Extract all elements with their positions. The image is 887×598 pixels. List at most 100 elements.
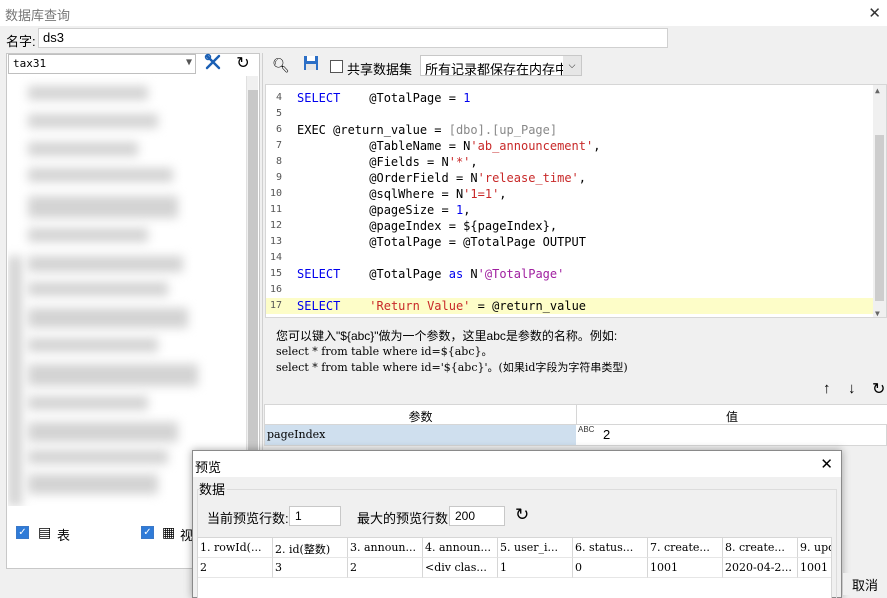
- current-rows-input[interactable]: 1: [289, 506, 341, 526]
- close-icon[interactable]: ✕: [820, 455, 833, 473]
- shared-dataset-checkbox[interactable]: [330, 60, 343, 73]
- code-line[interactable]: 10 @sqlWhere = N'1=1',: [266, 186, 876, 202]
- move-up-icon[interactable]: ↑: [823, 380, 831, 397]
- grid-cell[interactable]: <div clas...: [423, 558, 498, 578]
- code-text: SELECT 'Return Value' = @return_value: [297, 299, 587, 313]
- editor-scrollbar[interactable]: ▲ ▼: [873, 85, 886, 317]
- parameter-help: 您可以键入"${abc}"做为一个参数，这里abc是参数的名称。例如: sele…: [276, 328, 876, 376]
- name-input[interactable]: ds3: [38, 28, 668, 48]
- code-line[interactable]: 16: [266, 282, 876, 298]
- code-line[interactable]: 11 @pageSize = 1,: [266, 202, 876, 218]
- help-line-2: select * from table where id=${abc}。: [276, 345, 493, 358]
- line-number: 12: [269, 220, 282, 231]
- code-line[interactable]: 5: [266, 106, 876, 122]
- table-tree[interactable]: [8, 76, 246, 506]
- code-line[interactable]: 6 EXEC @return_value = [dbo].[up_Page]: [266, 122, 876, 138]
- max-rows-input[interactable]: 200: [449, 506, 505, 526]
- line-number: 8: [275, 156, 282, 167]
- line-number: 17: [269, 300, 282, 311]
- line-number: 15: [269, 268, 282, 279]
- chevron-down-icon: ⌵: [563, 56, 581, 75]
- param-name: pageIndex: [265, 425, 576, 445]
- code-line[interactable]: 8 @Fields = N'*',: [266, 154, 876, 170]
- close-icon[interactable]: ✕: [868, 4, 881, 22]
- cancel-button[interactable]: 取消: [843, 573, 887, 595]
- code-text: EXEC @return_value = [dbo].[up_Page]: [297, 123, 558, 137]
- tree-scrollbar[interactable]: [246, 76, 258, 506]
- grid-cell[interactable]: 0: [573, 558, 648, 578]
- table-icon: ▤: [38, 524, 52, 540]
- grid-column-header[interactable]: 8. create...: [723, 538, 798, 558]
- grid-cell[interactable]: 1001: [798, 558, 831, 578]
- line-number: 7: [275, 140, 282, 151]
- parameter-table-header: 参数 值: [265, 405, 887, 425]
- grid-column-header[interactable]: 1. rowId(...: [198, 538, 273, 558]
- grid-column-header[interactable]: 2. id(整数): [273, 538, 348, 558]
- connect-settings-button[interactable]: [202, 53, 224, 75]
- code-line[interactable]: 4 SELECT @TotalPage = 1: [266, 90, 876, 106]
- chevron-down-icon: ▼: [185, 57, 192, 68]
- current-rows-label: 当前预览行数:: [207, 511, 289, 526]
- preview-title: 预览: [195, 460, 222, 475]
- code-line[interactable]: 17 SELECT 'Return Value' = @return_value: [266, 298, 876, 314]
- grid-cell[interactable]: 3: [273, 558, 348, 578]
- param-value[interactable]: 2: [603, 427, 610, 442]
- preview-dialog: 预览 ✕ 数据 当前预览行数: 1 最大的预览行数: 200 ↻ 1. rowI…: [192, 450, 842, 598]
- name-label: 名字:: [6, 34, 36, 49]
- grid-cell[interactable]: 2020-04-2...: [723, 558, 798, 578]
- code-line[interactable]: 9 @OrderField = N'release_time',: [266, 170, 876, 186]
- line-number: 14: [269, 252, 282, 263]
- value-column-header: 值: [725, 410, 738, 424]
- code-line[interactable]: 12 @pageIndex = ${pageIndex},: [266, 218, 876, 234]
- sql-editor[interactable]: 4 SELECT @TotalPage = 1 5 6 EXEC @return_val…: [265, 84, 887, 318]
- code-text: SELECT @TotalPage as N'@TotalPage': [297, 267, 565, 281]
- save-query-button[interactable]: [300, 55, 322, 77]
- floppy-icon: [304, 56, 318, 70]
- scroll-up-icon[interactable]: ▲: [875, 86, 880, 95]
- query-icon-button[interactable]: 🔍︎: [270, 55, 292, 77]
- preview-grid[interactable]: 1. rowId(... 2 2. id(整数) 3 3. announ... 2 4. a…: [197, 537, 832, 598]
- line-number: 9: [275, 172, 282, 183]
- grid-column-header[interactable]: 5. user_i...: [498, 538, 573, 558]
- code-line[interactable]: 7 @TableName = N'ab_announcement',: [266, 138, 876, 154]
- grid-cell[interactable]: 1: [498, 558, 573, 578]
- parameter-table: 参数 值 pageIndex ABC 2: [264, 404, 887, 446]
- code-text: @TotalPage = @TotalPage OUTPUT: [297, 235, 586, 249]
- string-type-icon[interactable]: ABC: [578, 426, 594, 434]
- code-text: @TableName = N'ab_announcement',: [297, 139, 601, 153]
- code-line[interactable]: 13 @TotalPage = @TotalPage OUTPUT: [266, 234, 876, 250]
- line-number: 13: [269, 236, 282, 247]
- refresh-button[interactable]: ↻: [232, 53, 254, 75]
- grid-column-header[interactable]: 6. status...: [573, 538, 648, 558]
- move-down-icon[interactable]: ↓: [848, 380, 856, 397]
- grid-column-header[interactable]: 4. announ...: [423, 538, 498, 558]
- grid-cell[interactable]: 2: [348, 558, 423, 578]
- code-text: @OrderField = N'release_time',: [297, 171, 587, 185]
- max-rows-label: 最大的预览行数:: [357, 511, 452, 526]
- help-line-1: 您可以键入"${abc}"做为一个参数，这里abc是参数的名称。例如:: [276, 329, 618, 343]
- data-group-label: 数据: [199, 479, 228, 498]
- grid-cell[interactable]: 2: [198, 558, 273, 578]
- code-text: @sqlWhere = N'1=1',: [297, 187, 507, 201]
- code-text: @Fields = N'*',: [297, 155, 478, 169]
- code-text: @pageSize = 1,: [297, 203, 471, 217]
- line-number: 11: [269, 204, 282, 215]
- grid-column-header[interactable]: 9. upd: [798, 538, 831, 558]
- refresh-params-icon[interactable]: ↻: [872, 379, 885, 399]
- code-text: SELECT @TotalPage = 1: [297, 91, 471, 105]
- param-column-header: 参数: [408, 410, 433, 424]
- view-checkbox[interactable]: ✓: [141, 526, 154, 539]
- scroll-down-icon[interactable]: ▼: [875, 309, 880, 317]
- table-row[interactable]: pageIndex ABC 2: [265, 425, 887, 445]
- grid-column-header[interactable]: 7. create...: [648, 538, 723, 558]
- grid-column-header[interactable]: 3. announ...: [348, 538, 423, 558]
- table-checkbox[interactable]: ✓: [16, 526, 29, 539]
- code-line[interactable]: 14: [266, 250, 876, 266]
- line-number: 6: [275, 124, 282, 135]
- grid-cell[interactable]: 1001: [648, 558, 723, 578]
- storage-mode-select[interactable]: 所有记录都保存在内存中 ⌵: [420, 55, 582, 77]
- refresh-icon[interactable]: ↻: [515, 505, 529, 525]
- code-line[interactable]: 15 SELECT @TotalPage as N'@TotalPage': [266, 266, 876, 282]
- datasource-select[interactable]: tax31 ▼: [8, 54, 196, 74]
- shared-dataset-label: 共享数据集: [347, 62, 413, 77]
